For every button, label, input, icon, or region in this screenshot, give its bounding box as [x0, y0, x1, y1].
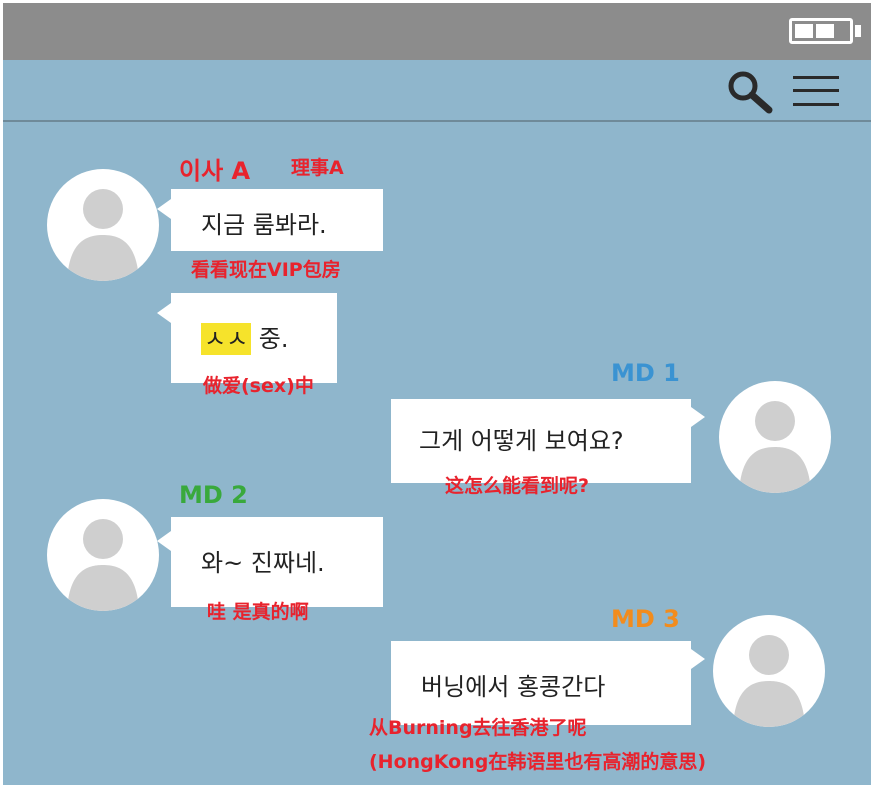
search-icon[interactable]	[725, 68, 775, 114]
message-text: 중.	[251, 325, 289, 353]
battery-icon	[789, 18, 853, 44]
translation-text: 这怎么能看到呢?	[445, 475, 590, 497]
menu-icon[interactable]	[793, 72, 839, 110]
message-text: 그게 어떻게 보여요?	[419, 427, 624, 455]
avatar[interactable]	[47, 499, 159, 611]
sender-note: 理事A	[291, 157, 344, 179]
sender-name: MD 3	[611, 605, 680, 633]
message-text: 지금 룸봐라.	[201, 211, 327, 239]
message-bubble[interactable]: 와~ 진짜네.	[171, 517, 383, 607]
battery-tip	[855, 25, 861, 37]
message-bubble[interactable]: ㅅㅅ 중.	[171, 293, 337, 383]
app-bar	[3, 60, 871, 122]
message-bubble[interactable]: 지금 룸봐라.	[171, 189, 383, 251]
translation-text: 从Burning去往香港了呢	[369, 717, 587, 739]
bubble-tail	[157, 199, 171, 219]
translation-text: 看看现在VIP包房	[191, 259, 341, 281]
translation-note: (HongKong在韩语里也有高潮的意思)	[369, 751, 707, 773]
highlighted-word: ㅅㅅ	[201, 323, 252, 355]
avatar[interactable]	[719, 381, 831, 493]
message-text: 버닝에서 홍콩간다	[421, 673, 606, 701]
bubble-tail	[157, 531, 171, 551]
status-bar	[3, 3, 871, 60]
bubble-tail	[691, 407, 705, 427]
avatar[interactable]	[47, 169, 159, 281]
translation-text: 做爱(sex)中	[203, 375, 314, 397]
message-text: 와~ 진짜네.	[201, 549, 325, 577]
sender-name: MD 1	[611, 359, 680, 387]
sender-name: 이사 A	[179, 157, 251, 185]
bubble-tail	[691, 649, 705, 669]
bubble-tail	[157, 303, 171, 323]
sender-name: MD 2	[179, 481, 248, 509]
chat-screen: 이사 A 理事A 지금 룸봐라. 看看现在VIP包房 ㅅㅅ 중. 做爱(sex)…	[3, 3, 871, 785]
avatar[interactable]	[713, 615, 825, 727]
translation-text: 哇 是真的啊	[207, 601, 309, 623]
